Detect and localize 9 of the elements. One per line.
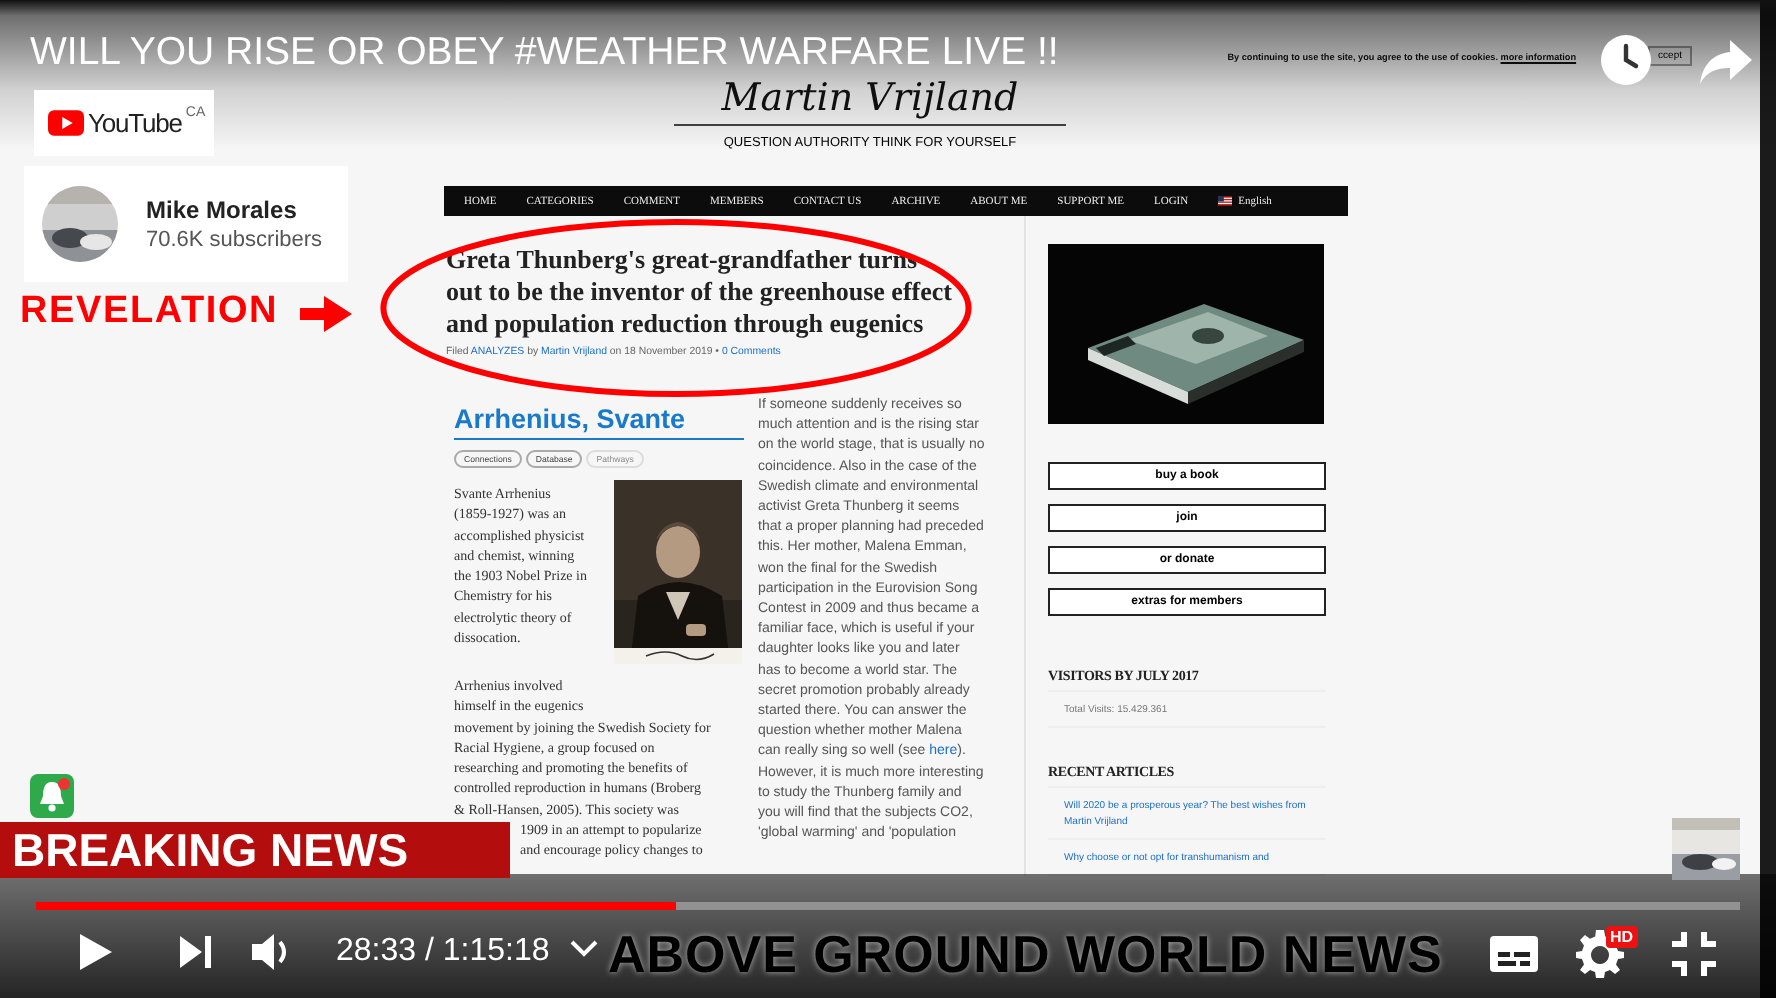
site-logo[interactable]: Martin Vrijland — [673, 76, 1067, 126]
time-display: 28:33 / 1:15:18 — [336, 934, 550, 970]
video-caption: ABOVE GROUND WORLD NEWS — [608, 924, 1443, 986]
breaking-news-banner: BREAKING NEWS — [0, 822, 510, 878]
channel-name[interactable]: Mike Morales — [146, 196, 323, 224]
bio-heading: Arrhenius, Svante — [454, 404, 744, 440]
overlay-label: REVELATION — [20, 290, 279, 334]
hd-badge: HD — [1606, 926, 1638, 948]
subscriber-count: 70.6K subscribers — [146, 228, 323, 252]
